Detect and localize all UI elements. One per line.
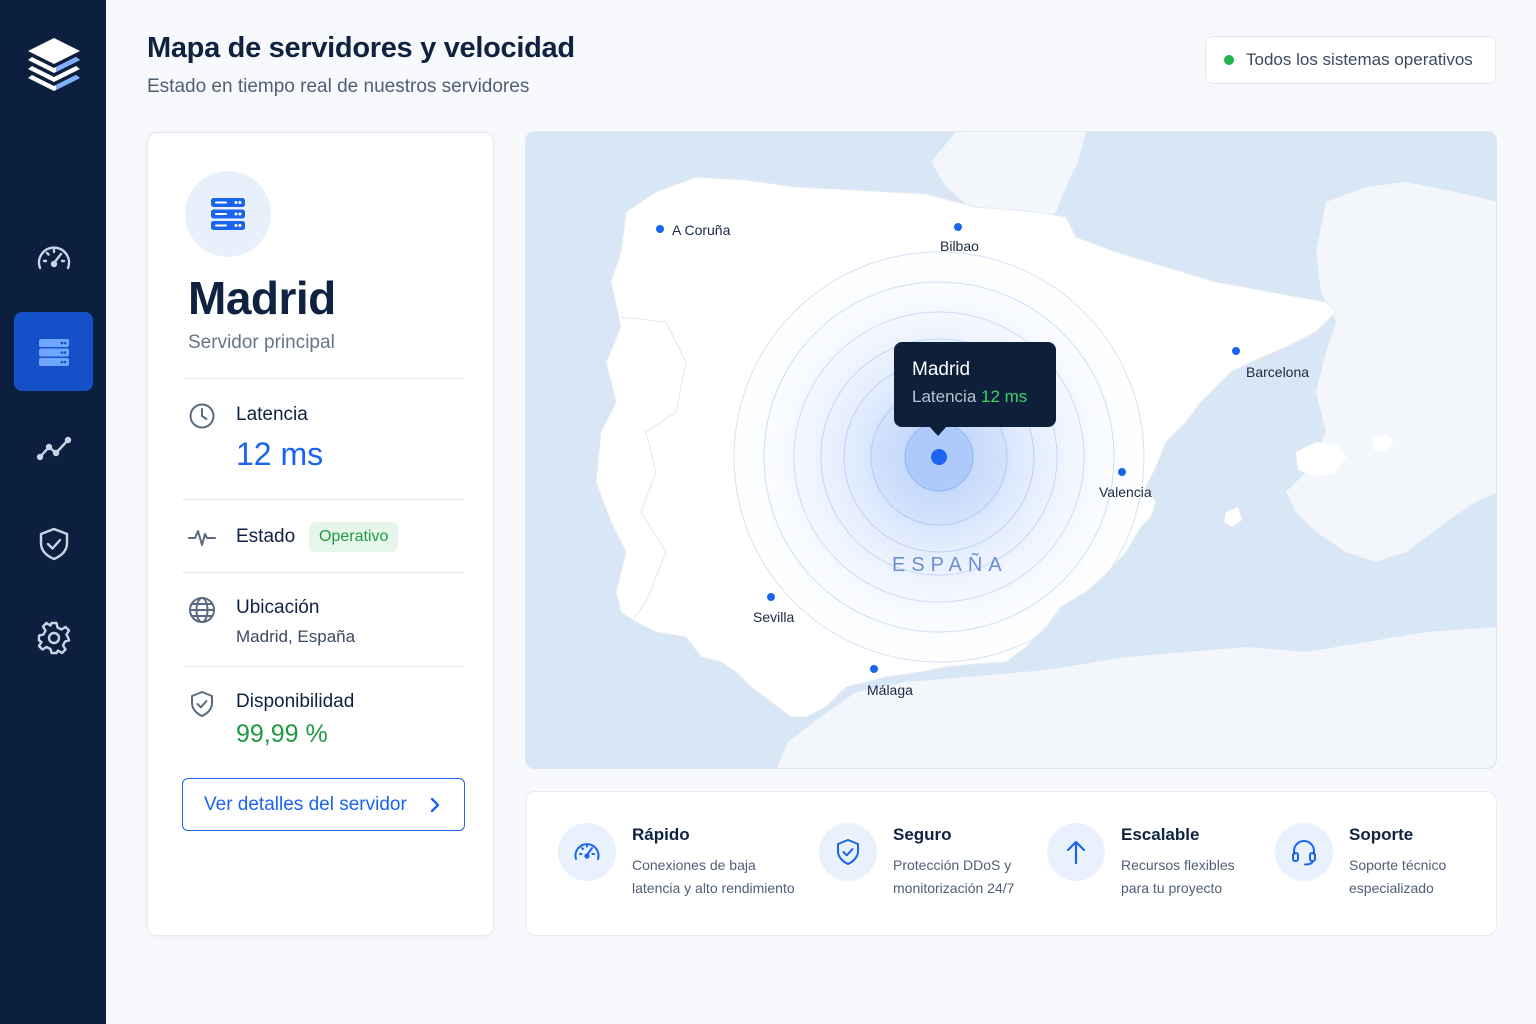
system-status-badge[interactable]: Todos los sistemas operativos [1205, 36, 1496, 84]
divider [182, 666, 465, 667]
page-subtitle: Estado en tiempo real de nuestros servid… [147, 76, 530, 97]
tooltip-city: Madrid [912, 359, 971, 380]
divider [182, 572, 465, 573]
shield-check-icon [191, 691, 213, 717]
feature-desc-line: Protección DDoS y [893, 857, 1012, 873]
server-card: Madrid Servidor principal Latencia 12 ms… [147, 132, 494, 936]
server-icon [211, 198, 245, 230]
pulse-icon [188, 530, 216, 546]
feature-icon-wrap [1047, 823, 1105, 881]
madrid-tooltip: Madrid Latencia 12 ms [894, 342, 1056, 436]
nav-servers[interactable] [14, 312, 93, 391]
shield-check-icon [39, 527, 68, 560]
analytics-icon [36, 436, 71, 460]
location-value: Madrid, España [236, 627, 356, 646]
server-details-label: Ver detalles del servidor [204, 793, 407, 815]
country-label: ESPAÑA [892, 554, 1008, 576]
globe-icon [189, 597, 215, 623]
feature-title: Rápido [632, 825, 690, 844]
arrow-up-icon [1066, 840, 1086, 865]
city-marker-bilbao[interactable] [954, 223, 962, 231]
feature-support: Soporte Soporte técnico especializado [1275, 792, 1485, 937]
nav-security[interactable] [14, 504, 93, 583]
feature-desc: Conexiones de baja latencia y alto rendi… [632, 854, 812, 900]
chevron-right-icon [430, 797, 440, 813]
status-dot-icon [1224, 55, 1234, 65]
city-marker-barcelona[interactable] [1232, 347, 1240, 355]
feature-scalable: Escalable Recursos flexibles para tu pro… [1047, 792, 1257, 937]
city-label-barcelona: Barcelona [1246, 364, 1310, 380]
feature-desc-line: latencia y alto rendimiento [632, 880, 795, 896]
feature-fast: Rápido Conexiones de baja latencia y alt… [558, 792, 808, 937]
page-title: Mapa de servidores y velocidad [147, 32, 575, 64]
uptime-value: 99,99 % [236, 720, 328, 748]
status-badge: Operativo [309, 522, 399, 552]
feature-desc-line: Conexiones de baja [632, 857, 756, 873]
city-label-sevilla: Sevilla [753, 609, 795, 625]
feature-desc-line: Recursos flexibles [1121, 857, 1235, 873]
feature-desc: Soporte técnico especializado [1349, 854, 1529, 900]
system-status-text: Todos los sistemas operativos [1246, 50, 1473, 69]
server-icon [38, 338, 69, 366]
feature-desc-line: especializado [1349, 880, 1434, 896]
clock-icon [189, 403, 215, 429]
feature-title: Escalable [1121, 825, 1200, 844]
city-marker-sevilla[interactable] [767, 593, 775, 601]
tooltip-latency-label: Latencia [912, 387, 977, 406]
feature-desc: Recursos flexibles para tu proyecto [1121, 854, 1301, 900]
server-avatar [185, 171, 271, 257]
city-label-malaga: Málaga [867, 682, 913, 698]
latency-value: 12 ms [236, 436, 324, 472]
city-marker-malaga[interactable] [870, 665, 878, 673]
city-label-valencia: Valencia [1099, 484, 1152, 500]
shield-check-icon [837, 839, 859, 865]
feature-title: Seguro [893, 825, 952, 844]
city-marker-coruna[interactable] [656, 225, 664, 233]
speedometer-icon [37, 245, 70, 269]
feature-icon-wrap [1275, 823, 1333, 881]
madrid-marker[interactable] [931, 449, 947, 465]
divider [182, 378, 465, 379]
gear-icon [37, 621, 70, 654]
feature-desc: Protección DDoS y monitorización 24/7 [893, 854, 1073, 900]
tooltip-latency-value: 12 ms [981, 387, 1028, 406]
tooltip-latency: Latencia 12 ms [912, 387, 1038, 407]
location-label: Ubicación [236, 597, 320, 618]
feature-desc-line: Soporte técnico [1349, 857, 1447, 873]
island-ibiza [1224, 507, 1242, 527]
server-map[interactable]: ESPAÑA A Coruña Bilbao Barcelona Valenci… [525, 131, 1497, 769]
server-role: Servidor principal [188, 332, 335, 353]
sidebar [0, 0, 106, 1024]
status-label: Estado [236, 526, 296, 547]
server-details-button[interactable]: Ver detalles del servidor [182, 778, 465, 831]
nav-dashboard[interactable] [14, 219, 93, 298]
logo-icon [28, 38, 80, 91]
nav-settings[interactable] [14, 598, 93, 677]
server-name: Madrid [188, 272, 336, 324]
land-italy [1286, 182, 1496, 562]
city-label-coruna: A Coruña [672, 222, 731, 238]
feature-title: Soporte [1349, 825, 1414, 844]
feature-icon-wrap [558, 823, 616, 881]
divider [182, 499, 465, 500]
nav-analytics[interactable] [14, 408, 93, 487]
features-panel: Rápido Conexiones de baja latencia y alt… [525, 791, 1497, 936]
city-marker-valencia[interactable] [1118, 468, 1126, 476]
latency-label: Latencia [236, 404, 308, 425]
speedometer-icon [574, 843, 600, 860]
feature-icon-wrap [819, 823, 877, 881]
uptime-label: Disponibilidad [236, 691, 355, 712]
headset-icon [1292, 840, 1316, 866]
feature-desc-line: monitorización 24/7 [893, 880, 1015, 896]
feature-secure: Seguro Protección DDoS y monitorización … [819, 792, 1039, 937]
feature-desc-line: para tu proyecto [1121, 880, 1223, 896]
city-label-bilbao: Bilbao [940, 238, 979, 254]
